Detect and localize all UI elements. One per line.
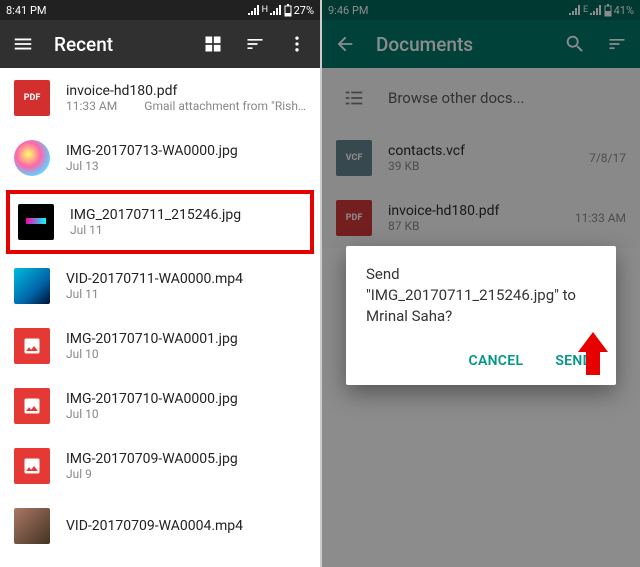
cancel-button[interactable]: CANCEL [465, 345, 528, 377]
file-name: invoice-hd180.pdf [66, 83, 306, 99]
status-right: H 27% [248, 4, 314, 17]
file-item[interactable]: IMG_20170711_215246.jpgJul 11 [10, 194, 310, 250]
file-item[interactable]: VID-20170709-WA0004.mp4 [0, 496, 320, 556]
file-thumb [14, 388, 50, 424]
more-icon[interactable] [286, 33, 308, 55]
dialog-actions: CANCEL SEND [366, 345, 596, 377]
file-thumb [14, 448, 50, 484]
file-thumb [18, 204, 54, 240]
battery-icon [284, 4, 292, 17]
file-name: IMG_20170711_215246.jpg [70, 207, 302, 223]
file-name: IMG-20170710-WA0000.jpg [66, 391, 306, 407]
file-time: Jul 11 [70, 223, 103, 237]
file-time: Jul 11 [66, 287, 99, 301]
dialog-message: Send "IMG_20170711_215246.jpg" to Mrinal… [366, 264, 596, 327]
file-thumb [14, 328, 50, 364]
file-item[interactable]: PDF invoice-hd180.pdf11:33 AM Gmail attach… [0, 68, 320, 128]
annotation-arrow [578, 332, 608, 376]
status-bar: 8:41 PM H 27% [0, 0, 320, 20]
file-thumb [14, 508, 50, 544]
file-item[interactable]: IMG-20170713-WA0000.jpgJul 13 [0, 128, 320, 188]
file-time: Jul 10 [66, 347, 99, 361]
file-thumb [14, 140, 50, 176]
file-item[interactable]: IMG-20170710-WA0001.jpgJul 10 [0, 316, 320, 376]
file-item[interactable]: VID-20170711-WA0000.mp4Jul 11 [0, 256, 320, 316]
file-time: Jul 13 [66, 159, 99, 173]
file-picker-screen: 8:41 PM H 27% Recent PDF [0, 0, 320, 567]
file-item[interactable]: IMG-20170709-WA0005.jpgJul 9 [0, 436, 320, 496]
documents-screen: 9:46 PM E 41% Documents [320, 0, 640, 567]
file-time: 11:33 AM [66, 99, 117, 113]
file-time: Jul 9 [66, 467, 92, 481]
file-time: Jul 10 [66, 407, 99, 421]
page-title: Recent [54, 33, 182, 56]
send-dialog: Send "IMG_20170711_215246.jpg" to Mrinal… [346, 246, 616, 385]
sort-icon[interactable] [244, 33, 266, 55]
file-name: IMG-20170709-WA0005.jpg [66, 451, 306, 467]
file-list[interactable]: PDF invoice-hd180.pdf11:33 AM Gmail attach… [0, 68, 320, 556]
menu-icon[interactable] [12, 33, 34, 55]
app-bar: Recent [0, 20, 320, 68]
file-thumb [14, 268, 50, 304]
file-item[interactable]: IMG-20170710-WA0000.jpgJul 10 [0, 376, 320, 436]
file-name: IMG-20170710-WA0001.jpg [66, 331, 306, 347]
file-thumb: PDF [14, 80, 50, 116]
battery-percent: 27% [294, 4, 314, 17]
file-name: VID-20170711-WA0000.mp4 [66, 271, 306, 287]
signal-icon [248, 5, 260, 15]
wifi-icon [270, 5, 282, 15]
file-source: Gmail attachment from "Rish… [127, 99, 306, 113]
view-grid-icon[interactable] [202, 33, 224, 55]
file-name: IMG-20170713-WA0000.jpg [66, 143, 306, 159]
file-name: VID-20170709-WA0004.mp4 [66, 518, 306, 534]
status-time: 8:41 PM [6, 4, 46, 17]
network-type: H [262, 5, 268, 15]
